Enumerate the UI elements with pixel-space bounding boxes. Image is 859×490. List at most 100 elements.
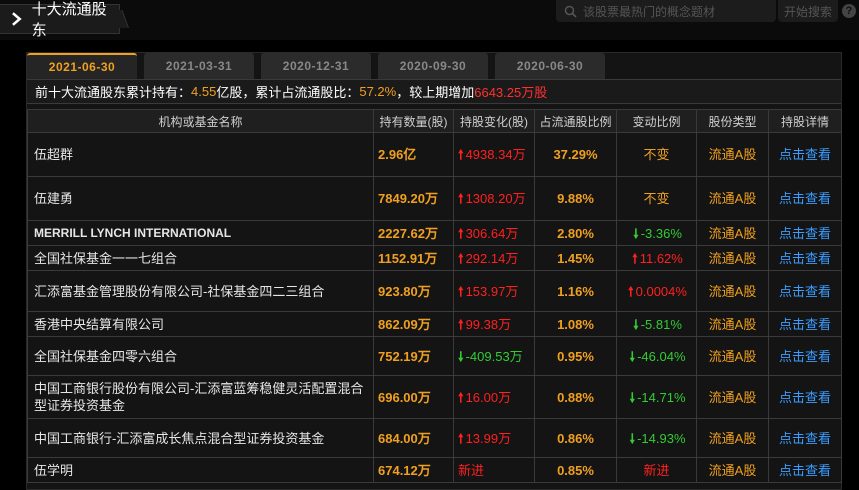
share-type-text: 流通A股 [708, 283, 757, 299]
float-ratio: 1.16% [534, 270, 617, 312]
holders-table: 机构或基金名称 持有数量(股) 持股变化(股) 占流通股比例 变动比例 股份类型… [27, 109, 842, 483]
table-row: 香港中央结算有限公司 862.09万 🠕 99.38万 1.08% 🠗 -5.81% 流通A股… [27, 311, 842, 337]
holding-quantity: 2227.62万 [373, 220, 454, 246]
share-type-text: 流通A股 [708, 348, 757, 364]
change-ratio: 🠗 -14.71% [616, 375, 697, 419]
view-detail-link[interactable]: 点击查看 [768, 270, 842, 312]
holding-change: 🠕 99.38万 [453, 311, 535, 337]
summary-increase: 6643.25万股 [474, 85, 548, 100]
holder-name: 汇添富基金管理股份有限公司-社保基金四二三组合 [27, 270, 374, 312]
change-ratio-text: -46.04% [637, 348, 686, 364]
view-detail-text[interactable]: 点击查看 [779, 226, 831, 241]
change-ratio-text: -14.93% [637, 430, 686, 446]
view-detail-link[interactable]: 点击查看 [768, 418, 842, 458]
up-arrow-icon: 🠕 [458, 225, 464, 241]
float-ratio-text: 9.88% [557, 191, 594, 206]
holding-change-text: 153.97万 [465, 283, 519, 299]
change-ratio: 不变 [616, 176, 697, 221]
view-detail-text[interactable]: 点击查看 [779, 251, 831, 266]
holder-name-text: 全国社保基金四零六组合 [34, 348, 178, 364]
holder-name-text: 汇添富基金管理股份有限公司-社保基金四二三组合 [34, 283, 325, 299]
share-type: 流通A股 [696, 336, 769, 376]
table-row: 汇添富基金管理股份有限公司-社保基金四二三组合 923.80万 🠕 153.97万 1.… [27, 270, 842, 312]
section-title: 十大流通股东 [31, 1, 107, 39]
share-type-text: 流通A股 [708, 462, 757, 478]
change-ratio-text: -14.71% [637, 389, 686, 405]
holding-change-text: 新进 [458, 462, 485, 478]
change-ratio-text: 不变 [643, 191, 670, 206]
view-detail-text[interactable]: 点击查看 [779, 147, 831, 162]
float-ratio-text: 0.88% [557, 389, 594, 405]
tab-2021-06-30[interactable]: 2021-06-30 [27, 53, 137, 79]
change-ratio: 不变 [616, 132, 697, 177]
tab-2020-12-31[interactable]: 2020-12-31 [261, 53, 371, 79]
view-detail-text[interactable]: 点击查看 [779, 317, 831, 332]
holding-quantity: 1152.91万 [373, 245, 454, 271]
view-detail-link[interactable]: 点击查看 [768, 375, 842, 419]
holding-change-text: 16.00万 [465, 389, 512, 405]
holding-quantity-text: 1152.91万 [378, 250, 438, 266]
share-type: 流通A股 [696, 418, 769, 458]
up-arrow-icon: 🠕 [458, 191, 464, 206]
search-button[interactable]: 开始搜索 [778, 0, 838, 22]
down-arrow-icon: 🠗 [629, 348, 636, 364]
share-type-text: 流通A股 [708, 389, 757, 405]
share-type-text: 流通A股 [708, 430, 757, 446]
share-type: 流通A股 [696, 311, 769, 337]
view-detail-text[interactable]: 点击查看 [779, 431, 831, 446]
float-ratio-text: 0.86% [557, 430, 594, 446]
share-type: 流通A股 [696, 457, 769, 483]
float-ratio: 1.08% [534, 311, 617, 337]
down-arrow-icon: 🠗 [458, 348, 464, 364]
help-icon[interactable]: ? [842, 4, 856, 18]
holding-quantity: 7849.20万 [373, 176, 454, 221]
search-input[interactable]: 该股票最热门的概念题材 [556, 0, 776, 22]
search-icon [564, 5, 577, 18]
summary-held-unit: 亿股，累计占流通股比： [216, 85, 360, 100]
holding-change-text: 1308.20万 [465, 191, 526, 206]
tab-2021-03-31[interactable]: 2021-03-31 [144, 53, 254, 79]
section-header: 十大流通股东 [0, 1, 120, 39]
view-detail-link[interactable]: 点击查看 [768, 132, 842, 177]
holding-change: 🠕 4938.34万 [453, 132, 535, 177]
view-detail-link[interactable]: 点击查看 [768, 176, 842, 221]
view-detail-link[interactable]: 点击查看 [768, 311, 842, 337]
holding-quantity-text: 923.80万 [378, 283, 431, 299]
change-ratio: 🠗 -46.04% [616, 336, 697, 376]
holder-name: 中国工商银行股份有限公司-汇添富蓝筹稳健灵活配置混合型证券投资基金 [27, 375, 374, 419]
holding-quantity: 674.12万 [373, 457, 454, 483]
change-ratio-text: 11.62% [639, 250, 683, 266]
holder-name-text: 全国社保基金一一七组合 [34, 250, 178, 266]
down-arrow-icon: 🠗 [629, 389, 636, 405]
holding-change-text: -409.53万 [465, 348, 523, 364]
holding-change-text: 99.38万 [465, 316, 512, 332]
view-detail-text[interactable]: 点击查看 [779, 390, 831, 405]
view-detail-link[interactable]: 点击查看 [768, 457, 842, 483]
change-ratio-text: -3.36% [640, 225, 682, 241]
table-row: 伍超群 2.96亿 🠕 4938.34万 37.29% 不变 流通A股 点击查看 [27, 132, 842, 177]
up-arrow-icon: 🠕 [628, 283, 634, 299]
table-header-row: 机构或基金名称 持有数量(股) 持股变化(股) 占流通股比例 变动比例 股份类型… [27, 109, 842, 133]
change-ratio: 新进 [616, 457, 697, 483]
view-detail-link[interactable]: 点击查看 [768, 220, 842, 246]
view-detail-text[interactable]: 点击查看 [779, 463, 831, 478]
table-row: 中国工商银行股份有限公司-汇添富蓝筹稳健灵活配置混合型证券投资基金 696.00万… [27, 375, 842, 419]
col-header-change: 持股变化(股) [453, 109, 535, 133]
col-header-qty: 持有数量(股) [373, 109, 454, 133]
up-arrow-icon: 🠕 [458, 430, 464, 446]
float-ratio: 2.80% [534, 220, 617, 246]
view-detail-text[interactable]: 点击查看 [779, 349, 831, 364]
share-type-text: 流通A股 [708, 316, 757, 332]
view-detail-text[interactable]: 点击查看 [779, 191, 831, 206]
view-detail-text[interactable]: 点击查看 [779, 284, 831, 299]
view-detail-link[interactable]: 点击查看 [768, 336, 842, 376]
float-ratio: 0.95% [534, 336, 617, 376]
holding-change: 新进 [453, 457, 535, 483]
tab-2020-06-30[interactable]: 2020-06-30 [495, 53, 605, 79]
view-detail-link[interactable]: 点击查看 [768, 245, 842, 271]
table-row: MERRILL LYNCH INTERNATIONAL 2227.62万 🠕 306.… [27, 220, 842, 246]
share-type-text: 流通A股 [708, 147, 757, 162]
float-ratio: 0.86% [534, 418, 617, 458]
tab-2020-09-30[interactable]: 2020-09-30 [378, 53, 488, 79]
float-ratio: 0.88% [534, 375, 617, 419]
